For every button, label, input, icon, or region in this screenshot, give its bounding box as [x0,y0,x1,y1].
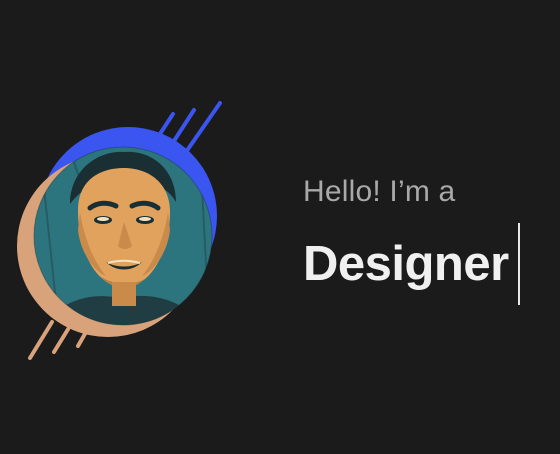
greeting-text: Hello! I’m a [303,175,456,208]
role-line: Designer [303,223,560,305]
typing-caret [517,223,520,305]
role-text: Designer [303,237,509,291]
hero-section: Hello! I’m a Designer [0,0,560,454]
avatar-graphic [17,101,222,360]
hero-text: Hello! I’m a Designer [303,172,560,305]
